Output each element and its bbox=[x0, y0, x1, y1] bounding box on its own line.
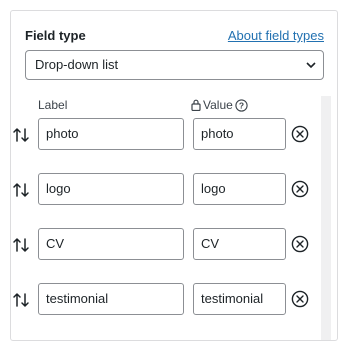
lock-icon bbox=[191, 99, 201, 111]
about-field-types-link[interactable]: About field types bbox=[228, 28, 324, 43]
field-type-panel: Field type About field types Drop-down l… bbox=[10, 10, 338, 341]
option-value-input[interactable]: testimonial bbox=[193, 283, 286, 315]
option-value-input[interactable]: logo bbox=[193, 173, 286, 205]
circle-x-icon[interactable] bbox=[291, 125, 309, 143]
option-row: CV CV bbox=[11, 227, 337, 261]
sort-arrows-icon[interactable] bbox=[12, 181, 30, 199]
label-column-header: Label bbox=[38, 98, 68, 112]
field-type-select[interactable]: Drop-down list bbox=[25, 50, 324, 80]
value-column-header: Value ? bbox=[191, 98, 248, 112]
field-type-title: Field type bbox=[25, 28, 86, 43]
option-row: testimonial testimonial bbox=[11, 282, 337, 316]
value-column-label: Value bbox=[203, 98, 233, 112]
svg-text:?: ? bbox=[239, 100, 244, 110]
option-label-input[interactable]: testimonial bbox=[38, 283, 184, 315]
circle-x-icon[interactable] bbox=[291, 180, 309, 198]
option-row: logo logo bbox=[11, 172, 337, 206]
option-label-input[interactable]: CV bbox=[38, 228, 184, 260]
option-value-input[interactable]: CV bbox=[193, 228, 286, 260]
field-type-selected-value: Drop-down list bbox=[35, 57, 119, 72]
circle-x-icon[interactable] bbox=[291, 235, 309, 253]
option-row: photo photo bbox=[11, 117, 337, 151]
chevron-down-icon bbox=[306, 62, 316, 69]
option-value-input[interactable]: photo bbox=[193, 118, 286, 150]
sort-arrows-icon[interactable] bbox=[12, 291, 30, 309]
question-circle-icon[interactable]: ? bbox=[235, 98, 248, 112]
sort-arrows-icon[interactable] bbox=[12, 126, 30, 144]
option-label-input[interactable]: logo bbox=[38, 173, 184, 205]
sort-arrows-icon[interactable] bbox=[12, 236, 30, 254]
circle-x-icon[interactable] bbox=[291, 290, 309, 308]
option-label-input[interactable]: photo bbox=[38, 118, 184, 150]
